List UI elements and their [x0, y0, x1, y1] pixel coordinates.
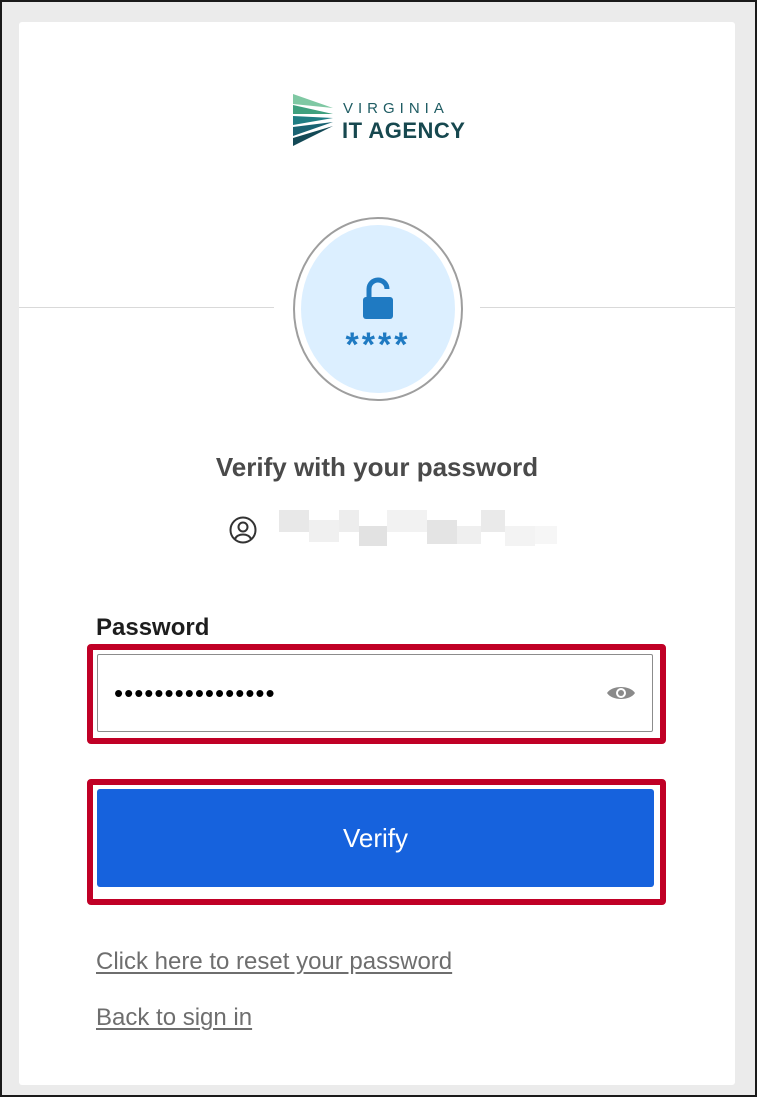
padlock-icon	[363, 277, 393, 319]
password-factor-badge: ****	[293, 217, 463, 401]
redacted-username	[265, 510, 565, 546]
password-stars: ****	[345, 326, 411, 364]
password-input[interactable]: ••••••••••••••••	[97, 654, 653, 732]
password-value: ••••••••••••••••	[114, 678, 276, 708]
logo: VIRGINIA IT AGENCY	[291, 92, 471, 152]
eye-icon[interactable]	[606, 683, 636, 703]
logo-line-1: VIRGINIA	[343, 100, 449, 117]
divider-left	[19, 307, 274, 308]
logo-line-2: IT AGENCY	[342, 118, 466, 143]
screenshot-frame: VIRGINIA IT AGENCY **** Verify with your…	[0, 0, 757, 1097]
auth-card: VIRGINIA IT AGENCY **** Verify with your…	[19, 22, 735, 1085]
user-identifier	[229, 510, 557, 554]
page-title: Verify with your password	[215, 452, 539, 482]
user-circle-icon	[229, 516, 257, 544]
password-label: Password	[96, 614, 210, 641]
verify-button[interactable]: Verify	[97, 789, 654, 887]
reset-password-link[interactable]: Click here to reset your password	[96, 948, 452, 976]
divider-right	[480, 307, 735, 308]
logo-mark-icon	[293, 94, 333, 146]
badge-inner: ****	[301, 225, 455, 393]
back-to-sign-in-link[interactable]: Back to sign in	[96, 1004, 252, 1032]
